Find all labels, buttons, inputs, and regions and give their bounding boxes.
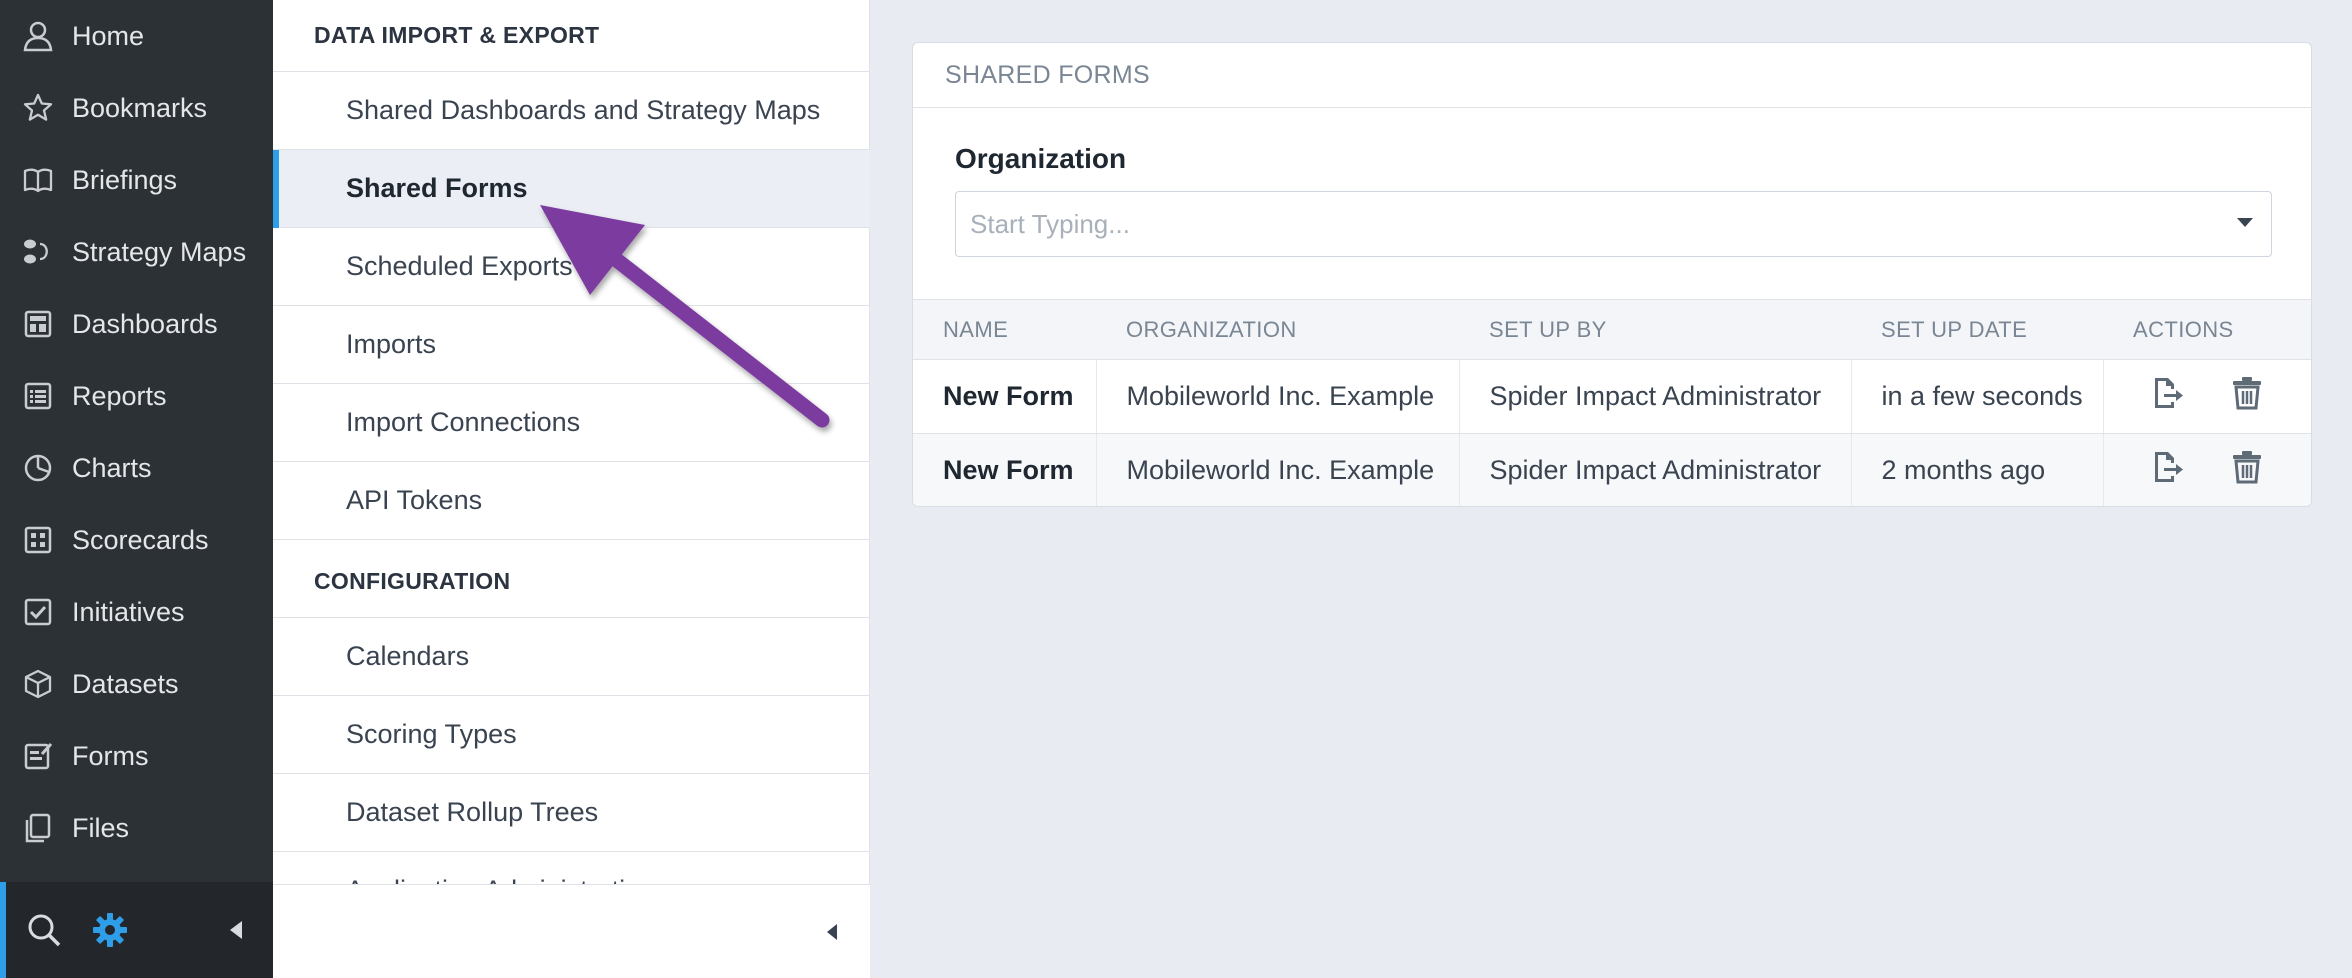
nav-item-scorecards[interactable]: Scorecards: [0, 504, 273, 576]
nav-item-label: Briefings: [72, 164, 178, 195]
nav-item-dashboards[interactable]: Dashboards: [0, 288, 273, 360]
nav-item-home[interactable]: Home: [0, 0, 273, 72]
shared-forms-table: NAME ORGANIZATION SET UP BY SET UP DATE …: [913, 299, 2311, 506]
export-icon[interactable]: [2150, 449, 2186, 492]
organization-cell: Mobileworld Inc. Example: [1096, 359, 1460, 434]
form-name-cell[interactable]: New Form: [913, 433, 1097, 506]
menu-item-calendars[interactable]: Calendars: [273, 618, 870, 696]
trash-icon[interactable]: [2230, 449, 2264, 492]
menu-item-scoring-types[interactable]: Scoring Types: [273, 696, 870, 774]
table-header-row: NAME ORGANIZATION SET UP BY SET UP DATE …: [913, 299, 2311, 360]
organization-select[interactable]: [955, 191, 2272, 257]
nav-item-bookmarks[interactable]: Bookmarks: [0, 72, 273, 144]
nav-bottom-bar: [0, 882, 273, 978]
nav-item-files[interactable]: Files: [0, 792, 273, 864]
set-up-by-cell: Spider Impact Administrator: [1459, 433, 1852, 506]
scorecard-icon: [20, 522, 56, 558]
set-up-by-cell: Spider Impact Administrator: [1459, 359, 1852, 434]
menu-item-shared-dashboards[interactable]: Shared Dashboards and Strategy Maps: [273, 72, 870, 150]
column-header-set-up-by[interactable]: SET UP BY: [1459, 299, 1851, 360]
annotation-arrow-icon: [540, 205, 830, 428]
nav-item-label: Forms: [72, 740, 149, 771]
strategy-map-icon: [20, 234, 56, 270]
shared-forms-card: SHARED FORMS Organization NAME ORGANIZAT…: [912, 42, 2312, 507]
column-header-name[interactable]: NAME: [913, 299, 1096, 360]
nav-item-datasets[interactable]: Datasets: [0, 648, 273, 720]
nav-item-label: Files: [72, 812, 130, 843]
table-row: New Form Mobileworld Inc. Example Spider…: [913, 433, 2311, 506]
form-name-cell[interactable]: New Form: [913, 359, 1097, 434]
card-title: SHARED FORMS: [913, 43, 2311, 108]
settings-menu: DATA IMPORT & EXPORT Shared Dashboards a…: [273, 0, 870, 978]
collapse-menu-icon[interactable]: [821, 920, 845, 944]
menu-footer: [273, 884, 870, 978]
nav-item-label: Datasets: [72, 668, 179, 699]
files-icon: [20, 810, 56, 846]
set-up-date-cell: 2 months ago: [1851, 433, 2104, 506]
nav-item-label: Dashboards: [72, 308, 218, 339]
nav-item-label: Scorecards: [72, 524, 209, 555]
organization-input[interactable]: [956, 192, 2156, 256]
section-heading-configuration: CONFIGURATION: [273, 546, 870, 618]
pie-chart-icon: [20, 450, 56, 486]
menu-item-dataset-rollup-trees[interactable]: Dataset Rollup Trees: [273, 774, 870, 852]
star-icon: [20, 90, 56, 126]
actions-cell: [2103, 433, 2311, 506]
user-icon: [20, 18, 56, 54]
dashboard-icon: [20, 306, 56, 342]
organization-cell: Mobileworld Inc. Example: [1096, 433, 1460, 506]
column-header-organization[interactable]: ORGANIZATION: [1096, 299, 1459, 360]
main-nav: Home Bookmarks Briefings Strategy Maps D…: [0, 0, 273, 978]
actions-cell: [2103, 359, 2311, 434]
nav-item-label: Initiatives: [72, 596, 185, 627]
active-accent: [0, 882, 6, 978]
table-row: New Form Mobileworld Inc. Example Spider…: [913, 359, 2311, 434]
form-icon: [20, 738, 56, 774]
nav-item-label: Strategy Maps: [72, 236, 247, 267]
report-icon: [20, 378, 56, 414]
nav-item-label: Reports: [72, 380, 167, 411]
nav-item-strategy-maps[interactable]: Strategy Maps: [0, 216, 273, 288]
dropdown-caret-icon[interactable]: [2237, 218, 2253, 227]
checkbox-icon: [20, 594, 56, 630]
nav-item-forms[interactable]: Forms: [0, 720, 273, 792]
nav-item-label: Bookmarks: [72, 92, 208, 123]
nav-item-label: Charts: [72, 452, 152, 483]
set-up-date-cell: in a few seconds: [1851, 359, 2104, 434]
column-header-set-up-date[interactable]: SET UP DATE: [1851, 299, 2103, 360]
trash-icon[interactable]: [2230, 375, 2264, 418]
section-heading-data-import-export: DATA IMPORT & EXPORT: [273, 0, 870, 72]
gear-icon[interactable]: [92, 912, 128, 953]
organization-label: Organization: [955, 143, 1127, 174]
export-icon[interactable]: [2150, 375, 2186, 418]
nav-item-initiatives[interactable]: Initiatives: [0, 576, 273, 648]
nav-item-briefings[interactable]: Briefings: [0, 144, 273, 216]
nav-item-charts[interactable]: Charts: [0, 432, 273, 504]
column-header-actions: ACTIONS: [2103, 299, 2311, 360]
book-icon: [20, 162, 56, 198]
nav-item-label: Home: [72, 20, 145, 51]
search-icon[interactable]: [26, 912, 62, 953]
nav-item-reports[interactable]: Reports: [0, 360, 273, 432]
menu-item-api-tokens[interactable]: API Tokens: [273, 462, 870, 540]
collapse-nav-icon[interactable]: [228, 920, 244, 945]
cube-icon: [20, 666, 56, 702]
